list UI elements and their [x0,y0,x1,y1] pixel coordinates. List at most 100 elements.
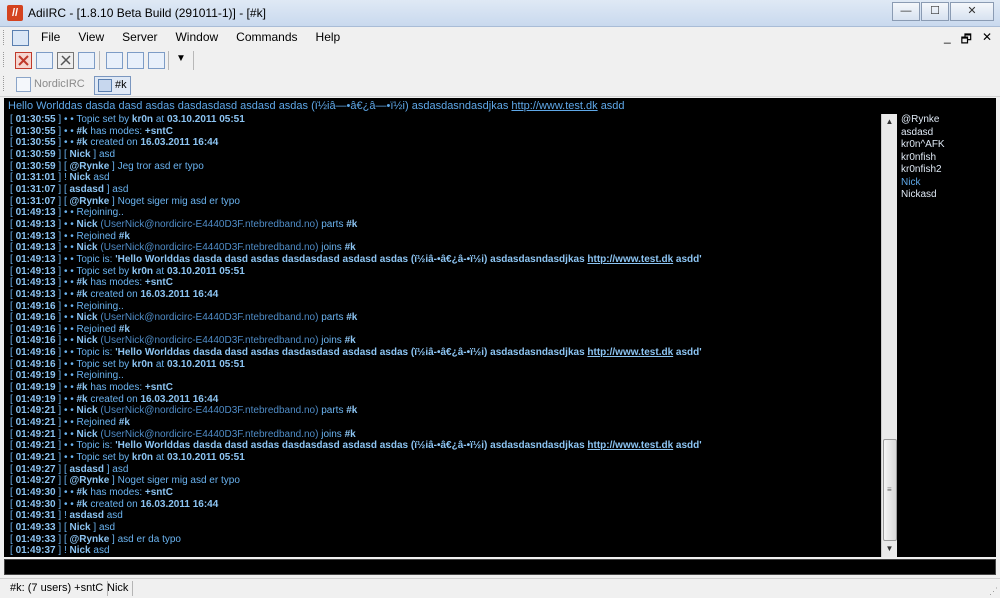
close-button[interactable]: ✕ [950,2,994,21]
message-text: has modes: [87,277,145,289]
bold-text: #k [346,218,358,230]
scroll-up-icon[interactable]: ▲ [883,115,896,129]
chat-link[interactable]: http://www.test.dk [587,347,673,358]
timestamp: [ 01:49:37 ] [10,545,64,557]
timestamp: [ 01:49:27 ] [10,475,64,487]
window-controls: — ☐ ✕ [891,2,994,21]
timestamp: [ 01:31:07 ] [10,195,64,207]
message-text: joins [318,335,345,347]
message-text: ] asd [103,463,129,475]
bold-text: #k [76,125,88,137]
toolbar-separator [168,51,169,70]
status-channel-info: #k: (7 users) +sntC [6,581,109,596]
message-text: Topic set by [76,265,132,277]
nick-item[interactable]: kr0nfish2 [897,164,996,177]
message-text: Topic set by [76,358,132,370]
scrollbar-thumb[interactable]: ≡ [883,439,897,541]
nick-item[interactable]: kr0n^AFK [897,139,996,152]
nick-list[interactable]: @Rynke asdasd kr0n^AFK kr0nfish kr0nfish2 Nic… [897,114,996,557]
bold-text: asdd' [673,440,702,452]
menu-grip[interactable] [3,30,7,45]
bold-text: 'Hello Worlddas dasda dasd asdas dasdasd… [115,347,588,359]
mdi-restore-button[interactable]: 🗗 [961,30,972,51]
resize-grip-icon[interactable]: ⋰ [989,586,998,597]
menu-file[interactable]: File [41,30,60,44]
bold-text: Nick [76,428,98,440]
menu-help[interactable]: Help [316,30,341,44]
message-text: at [153,452,167,464]
timestamp: [ 01:49:13 ] [10,218,64,230]
mdi-minimize-button[interactable]: _ [944,30,951,51]
nick-item[interactable]: kr0nfish [897,152,996,165]
chat-line: [ 01:31:07 ] [ @Rynke ] Noget siger mig … [4,196,881,208]
menu-bar: File View Server Window Commands Help _ 🗗 ✕ [0,27,1000,48]
line-prefix: • • [63,358,77,370]
timestamp: [ 01:49:19 ] [10,370,64,382]
menu-server[interactable]: Server [122,30,157,44]
switchbar-channel-button[interactable]: #k [94,76,131,95]
minimize-button[interactable]: — [892,2,920,21]
bold-text: kr0n [131,114,154,125]
options-icon[interactable] [57,52,74,69]
nick-item[interactable]: @Rynke [897,114,996,127]
nick-item[interactable]: Nickasd [897,189,996,202]
channel-window-icon[interactable] [12,30,29,46]
line-prefix: • • [63,452,77,464]
bold-text: Nick [69,172,91,184]
timestamp: [ 01:49:16 ] [10,358,64,370]
timestamp: [ 01:49:16 ] [10,300,64,312]
nick-item[interactable]: Nick [897,177,996,190]
app-icon[interactable]: // [7,5,23,21]
tile-cascade-icon[interactable] [106,52,123,69]
chat-line: [ 01:49:16 ] • • Nick (UserNick@nordicir… [4,312,881,324]
bold-text: Nick [76,335,98,347]
timestamp: [ 01:49:21 ] [10,452,64,464]
mdi-close-button[interactable]: ✕ [982,30,992,51]
toolbar-separator [193,51,194,70]
bold-text: #k [76,393,88,405]
message-text: Topic set by [76,452,132,464]
chat-line: [ 01:49:30 ] • • #k has modes: +sntC [4,487,881,499]
chat-link[interactable]: http://www.test.dk [587,440,673,451]
scripts-icon[interactable] [78,52,95,69]
message-text: at [153,358,167,370]
title-bar[interactable]: // AdiIRC - [1.8.10 Beta Build (291011-1… [0,0,1000,27]
dropdown-arrow-icon[interactable]: ▼ [176,53,186,64]
chat-line: [ 01:49:16 ] • • Topic set by kr0n at 03… [4,359,881,371]
topic-text: Hello Worlddas dasda dasd asdas dasdasda… [8,100,509,112]
message-text: joins [318,428,345,440]
timestamp: [ 01:49:30 ] [10,498,64,510]
menu-window[interactable]: Window [175,30,218,44]
scroll-down-icon[interactable]: ▼ [883,542,896,556]
message-text: Rejoined [76,230,119,242]
message-text: asd [90,545,110,557]
nick-item[interactable]: asdasd [897,127,996,140]
message-input[interactable] [4,559,996,575]
line-prefix: • • [63,347,77,359]
disconnect-icon[interactable] [15,52,32,69]
timestamp: [ 01:49:16 ] [10,347,64,359]
channel-label: #k [115,79,127,91]
menu-commands[interactable]: Commands [236,30,297,44]
topic-link[interactable]: http://www.test.dk [511,100,597,112]
chat-log[interactable]: [ 01:30:55 ] • • Topic set by kr0n at 03… [4,114,881,557]
tile-vertical-icon[interactable] [148,52,165,69]
menu-view[interactable]: View [78,30,104,44]
message-text: Topic is: [76,440,116,452]
maximize-button[interactable]: ☐ [921,2,949,21]
tile-horizontal-icon[interactable] [127,52,144,69]
toolbar-grip[interactable] [3,52,7,67]
chat-link[interactable]: http://www.test.dk [587,254,673,265]
timestamp: [ 01:49:16 ] [10,323,64,335]
channel-list-icon[interactable] [36,52,53,69]
message-text: at [153,114,167,125]
switchbar-grip[interactable] [3,76,7,91]
server-label: NordicIRC [34,78,85,90]
message-text: created on [87,288,141,300]
message-text: Topic is: [76,347,116,359]
switchbar-server-button[interactable]: NordicIRC [16,76,85,92]
chat-scrollbar[interactable]: ▲ ≡ ▼ [881,114,897,557]
topic-bar[interactable]: Hello Worlddas dasda dasd asdas dasdasda… [4,98,996,114]
line-prefix: • • [63,335,77,347]
chat-line: [ 01:30:55 ] • • #k has modes: +sntC [4,126,881,138]
